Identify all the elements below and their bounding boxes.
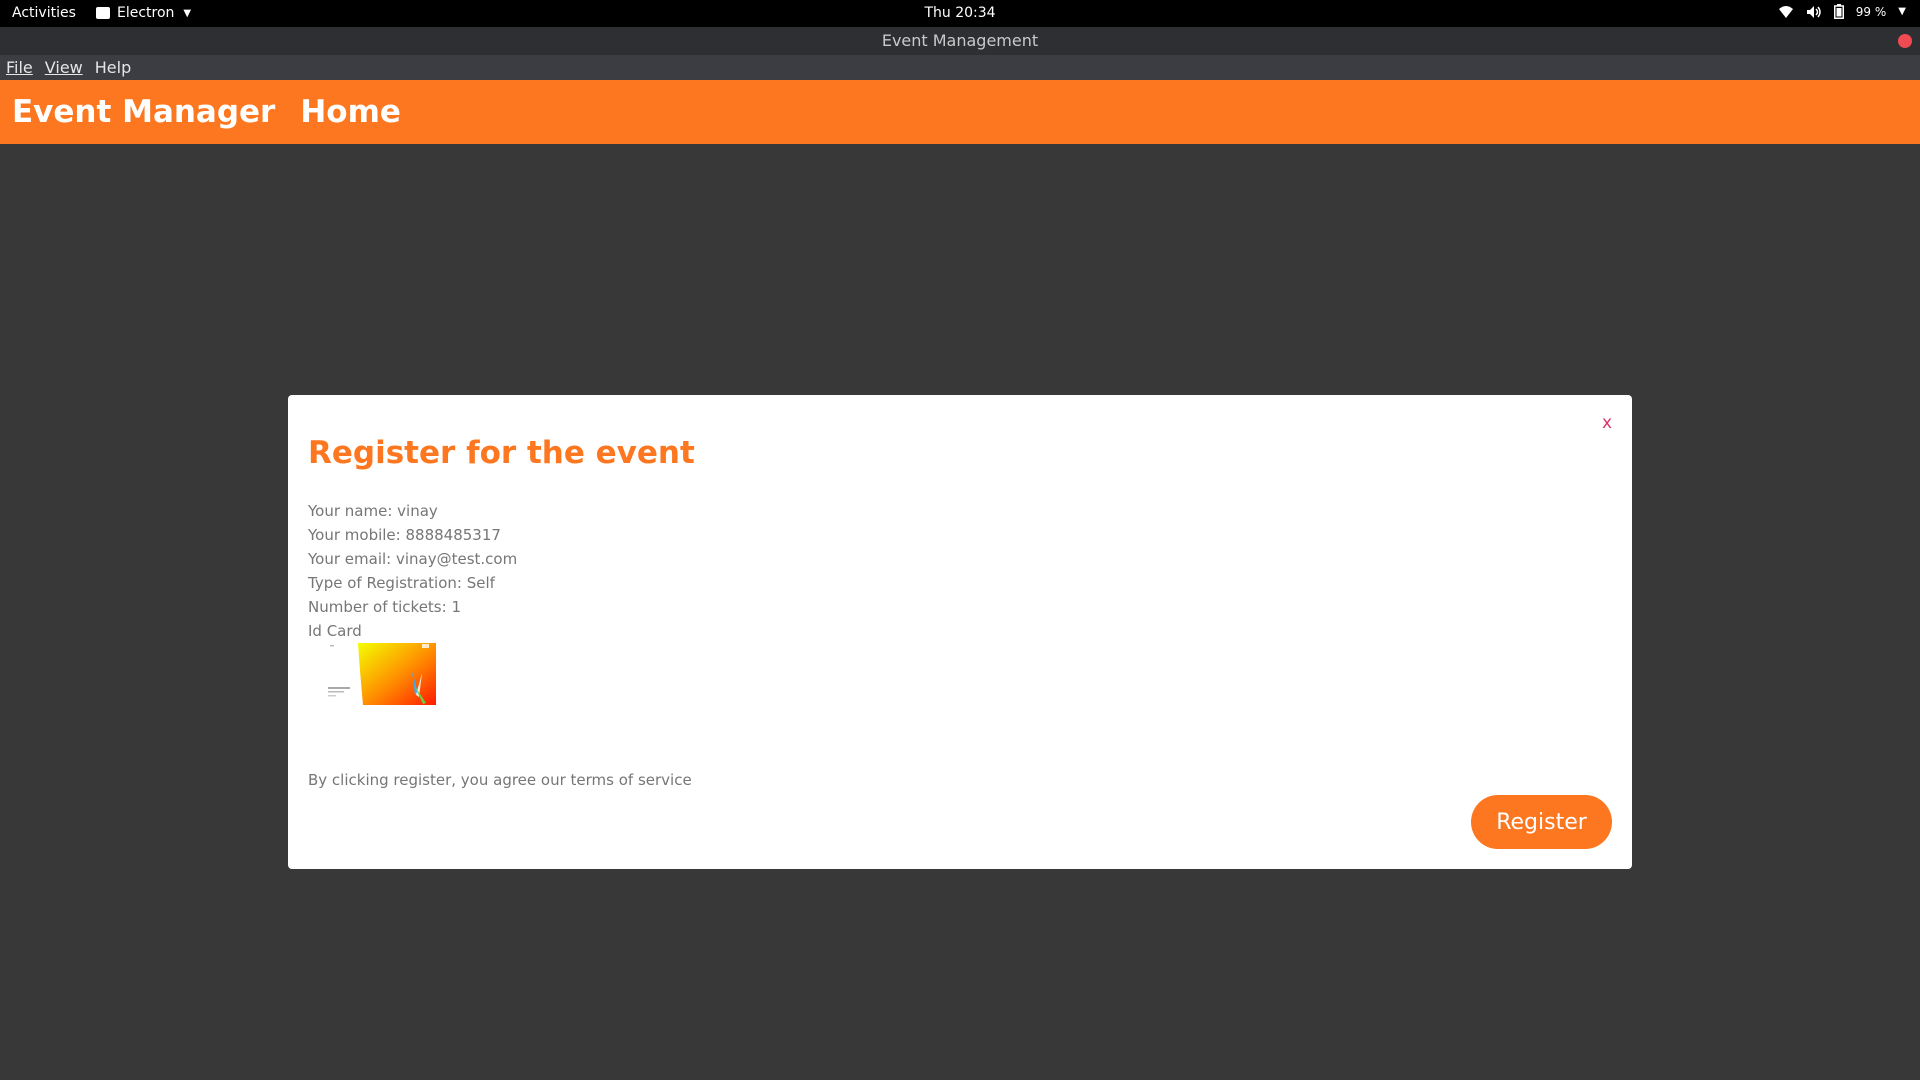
volume-icon — [1806, 5, 1822, 19]
nav-link-home[interactable]: Home — [300, 94, 401, 130]
activities-button[interactable]: Activities — [12, 5, 76, 21]
window-title: Event Management — [881, 31, 1039, 50]
app-navbar: Event Manager Home — [0, 80, 1920, 144]
system-top-bar: Activities Electron ▼ Thu 20:34 99 % ▼ — [0, 0, 1920, 27]
wifi-icon — [1778, 5, 1794, 19]
menu-file[interactable]: File — [6, 58, 33, 77]
window-title-bar: Event Management — [0, 27, 1920, 55]
clock[interactable]: Thu 20:34 — [924, 5, 995, 21]
app-menu[interactable]: Electron ▼ — [96, 5, 191, 21]
register-modal: x Register for the event Your name: vina… — [288, 395, 1632, 869]
menu-bar: File View Help — [0, 55, 1920, 80]
chevron-down-icon: ▼ — [183, 7, 192, 19]
navbar-brand[interactable]: Event Manager — [12, 94, 275, 130]
register-button[interactable]: Register — [1471, 795, 1612, 849]
detail-email: Your email: vinay@test.com — [308, 550, 518, 568]
detail-id-card-label: Id Card — [308, 622, 362, 640]
window-close-button[interactable] — [1898, 34, 1912, 48]
terms-notice: By clicking register, you agree our term… — [308, 771, 692, 789]
registration-details: Your name: vinay Your mobile: 8888485317… — [308, 499, 517, 643]
battery-icon — [1833, 4, 1844, 19]
battery-percentage: 99 % — [1855, 4, 1887, 19]
system-tray[interactable]: 99 % ▼ — [1778, 4, 1906, 19]
modal-close-button[interactable]: x — [1602, 413, 1612, 433]
modal-title: Register for the event — [308, 435, 695, 471]
id-card-image — [318, 643, 436, 705]
app-name: Electron — [117, 5, 175, 21]
menu-help[interactable]: Help — [95, 58, 131, 77]
detail-registration-type: Type of Registration: Self — [308, 574, 495, 592]
detail-mobile: Your mobile: 8888485317 — [308, 526, 501, 544]
chevron-down-icon: ▼ — [1898, 6, 1906, 17]
detail-ticket-count: Number of tickets: 1 — [308, 598, 461, 616]
detail-name: Your name: vinay — [308, 502, 438, 520]
clock-container: Thu 20:34 — [0, 5, 1920, 21]
electron-app-icon — [96, 7, 110, 19]
menu-view[interactable]: View — [45, 58, 83, 77]
